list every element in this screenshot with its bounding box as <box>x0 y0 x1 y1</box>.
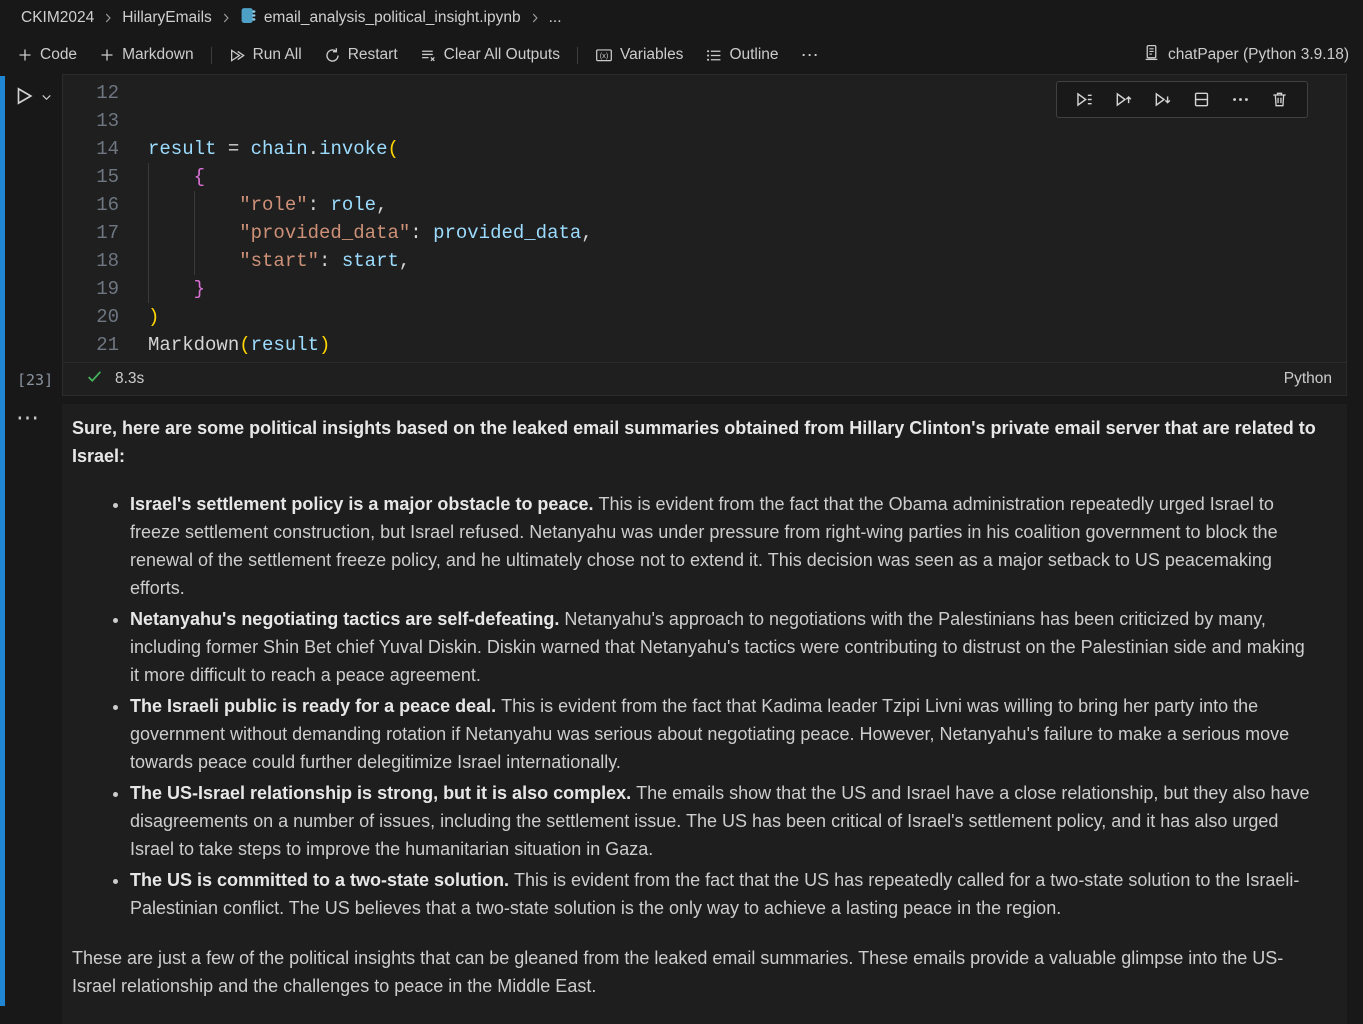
insight-bullet: The US-Israel relationship is strong, bu… <box>130 779 1317 863</box>
line-number: 19 <box>63 275 119 303</box>
kernel-icon <box>1143 44 1160 66</box>
run-all-icon <box>229 47 246 64</box>
breadcrumb-item-folder[interactable]: CKIM2024 <box>21 9 94 27</box>
insight-list: Israel's settlement policy is a major ob… <box>72 490 1317 922</box>
code-cell-editor[interactable]: 12 13 14result = chain.invoke(15 {16 "ro… <box>62 74 1347 396</box>
line-number: 13 <box>63 107 119 135</box>
notebook-toolbar: Code Markdown Run All Restart <box>0 36 1363 74</box>
chevron-right-icon <box>101 11 115 25</box>
delete-cell-icon[interactable] <box>1260 87 1299 112</box>
line-number: 21 <box>63 331 119 359</box>
svg-text:(x): (x) <box>600 51 609 60</box>
indent-guide <box>148 219 149 247</box>
clear-all-outputs-button[interactable]: Clear All Outputs <box>409 40 571 70</box>
indent-guide <box>194 191 195 219</box>
variables-icon: (x) <box>595 46 613 64</box>
notebook-cell: [23] <box>0 74 1363 1024</box>
line-number: 17 <box>63 219 119 247</box>
code-line[interactable]: 14result = chain.invoke( <box>63 135 1346 163</box>
insight-bullet: Israel's settlement policy is a major ob… <box>130 490 1317 602</box>
output-intro: Sure, here are some political insights b… <box>72 414 1317 470</box>
code-line[interactable]: 17 "provided_data": provided_data, <box>63 219 1346 247</box>
execute-cell-and-below-icon[interactable] <box>1143 87 1182 112</box>
run-by-line-icon[interactable] <box>1065 87 1104 112</box>
indent-guide <box>148 275 149 303</box>
code-line[interactable]: 20) <box>63 303 1346 331</box>
code-area[interactable]: 12 13 14result = chain.invoke(15 {16 "ro… <box>63 75 1346 362</box>
insight-bullet: The US is committed to a two-state solut… <box>130 866 1317 922</box>
breadcrumb-item-cell[interactable]: ... <box>549 9 562 27</box>
add-markdown-cell-button[interactable]: Markdown <box>88 40 205 70</box>
ellipsis-icon: ⋯ <box>801 45 820 66</box>
line-number: 14 <box>63 135 119 163</box>
execution-duration: 8.3s <box>115 370 144 388</box>
cell-toolbar <box>1056 81 1308 118</box>
chevron-down-icon <box>41 90 52 108</box>
variables-button[interactable]: (x) Variables <box>584 40 694 70</box>
indent-guide <box>148 191 149 219</box>
plus-icon <box>17 47 33 63</box>
breadcrumb-item-subfolder[interactable]: HillaryEmails <box>122 9 212 27</box>
insight-bullet: Netanyahu's negotiating tactics are self… <box>130 605 1317 689</box>
restart-icon <box>324 47 341 64</box>
toolbar-separator <box>577 47 578 64</box>
output-closing: These are just a few of the political in… <box>72 944 1317 1000</box>
cell-statusbar: 8.3s Python <box>63 362 1346 395</box>
line-number: 16 <box>63 191 119 219</box>
code-line[interactable]: 18 "start": start, <box>63 247 1346 275</box>
execution-count: [23] <box>17 371 53 389</box>
execute-above-cells-icon[interactable] <box>1104 87 1143 112</box>
run-cell-button[interactable] <box>13 85 52 112</box>
kernel-picker-button[interactable]: chatPaper (Python 3.9.18) <box>1143 44 1349 66</box>
line-number: 12 <box>63 79 119 107</box>
insight-bullet: The Israeli public is ready for a peace … <box>130 692 1317 776</box>
output-gutter: ⋯ <box>0 404 62 1024</box>
chevron-right-icon <box>528 11 542 25</box>
indent-guide <box>148 163 149 191</box>
more-actions-icon[interactable] <box>1221 87 1260 112</box>
indent-guide <box>194 219 195 247</box>
outline-icon <box>705 47 722 64</box>
output-options-icon[interactable]: ⋯ <box>16 404 40 430</box>
code-line[interactable]: 21Markdown(result) <box>63 331 1346 359</box>
cell-language-picker[interactable]: Python <box>1284 370 1332 388</box>
line-number: 15 <box>63 163 119 191</box>
toolbar-more-button[interactable]: ⋯ <box>790 40 831 70</box>
cell-gutter: [23] <box>0 74 62 396</box>
restart-button[interactable]: Restart <box>313 40 409 70</box>
line-number: 18 <box>63 247 119 275</box>
code-line[interactable]: 19 } <box>63 275 1346 303</box>
add-code-cell-button[interactable]: Code <box>6 40 88 70</box>
plus-icon <box>99 47 115 63</box>
markdown-output: Sure, here are some political insights b… <box>62 404 1347 1024</box>
breadcrumb-item-file[interactable]: email_analysis_political_insight.ipynb <box>240 7 521 29</box>
code-line[interactable]: 15 { <box>63 163 1346 191</box>
play-icon <box>13 85 35 112</box>
split-cell-icon[interactable] <box>1182 87 1221 112</box>
breadcrumb: CKIM2024 HillaryEmails email_analysis_po… <box>0 0 1363 36</box>
notebook-file-icon <box>240 7 257 29</box>
indent-guide <box>194 247 195 275</box>
toolbar-separator <box>211 47 212 64</box>
clear-outputs-icon <box>420 47 437 64</box>
indent-guide <box>148 247 149 275</box>
outline-button[interactable]: Outline <box>694 40 789 70</box>
code-line[interactable]: 16 "role": role, <box>63 191 1346 219</box>
success-check-icon <box>86 368 103 390</box>
run-all-button[interactable]: Run All <box>218 40 313 70</box>
line-number: 20 <box>63 303 119 331</box>
chevron-right-icon <box>219 11 233 25</box>
cell-output: ⋯ Sure, here are some political insights… <box>0 404 1363 1024</box>
